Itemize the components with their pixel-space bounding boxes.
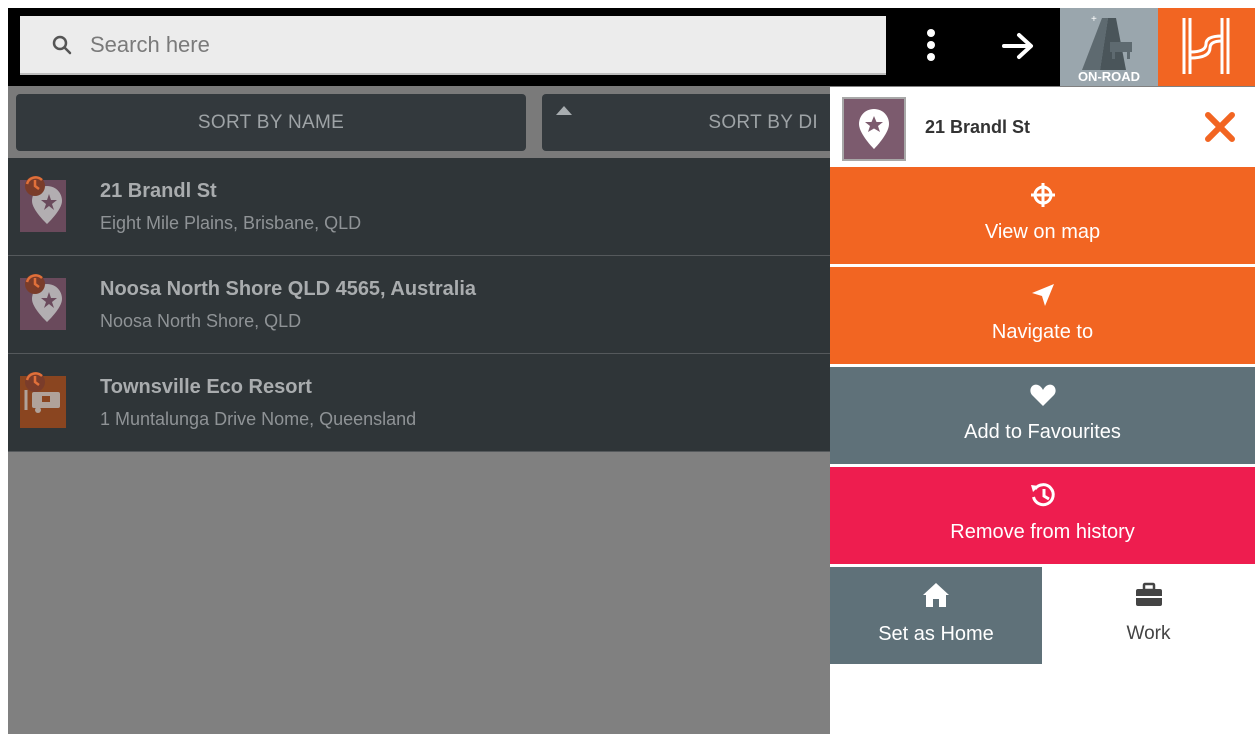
place-actions-panel: 21 Brandl St View on map Navigate to Add… — [830, 87, 1255, 734]
history-list: 21 Brandl St Eight Mile Plains, Brisbane… — [8, 158, 830, 452]
crosshair-icon — [1030, 183, 1055, 207]
search-input[interactable] — [90, 26, 870, 64]
set-as-home-button[interactable]: Set as Home — [830, 567, 1042, 664]
list-item-subtitle: Noosa North Shore, QLD — [100, 311, 302, 331]
list-item-title: 21 Brandl St — [100, 180, 217, 202]
list-item[interactable]: Noosa North Shore QLD 4565, Australia No… — [8, 256, 830, 354]
navigate-to-label: Navigate to — [991, 321, 1094, 343]
set-as-work-button[interactable]: Work — [1042, 567, 1255, 664]
navigate-to-button[interactable]: Navigate to — [830, 267, 1255, 364]
heart-icon — [1029, 384, 1056, 406]
briefcase-icon — [1135, 582, 1162, 606]
more-options-icon[interactable] — [916, 26, 946, 66]
search-icon — [52, 35, 72, 55]
sort-ascending-icon — [556, 106, 572, 115]
list-item-title: Noosa North Shore QLD 4565, Australia — [100, 278, 477, 300]
list-item[interactable]: 21 Brandl St Eight Mile Plains, Brisbane… — [8, 158, 830, 256]
add-to-favourites-button[interactable]: Add to Favourites — [830, 367, 1255, 464]
navigation-arrow-icon — [1031, 284, 1054, 306]
sort-by-distance-button[interactable]: SORT BY DI — [542, 94, 842, 151]
add-to-favourites-label: Add to Favourites — [964, 421, 1121, 443]
top-bar: + ON-ROAD — [8, 8, 1255, 86]
brand-logo[interactable] — [1158, 8, 1255, 86]
app-root: + ON-ROAD SORT BY NAME SORT — [0, 0, 1255, 734]
home-icon — [923, 583, 949, 607]
on-road-label: ON-ROAD — [1077, 69, 1141, 84]
history-favourite-pin-icon — [20, 176, 66, 232]
view-on-map-button[interactable]: View on map — [830, 167, 1255, 264]
remove-from-history-button[interactable]: Remove from history — [830, 467, 1255, 564]
on-road-mode-button[interactable]: + ON-ROAD — [1060, 8, 1158, 86]
panel-title: 21 Brandl St — [925, 117, 1031, 137]
search-bar[interactable] — [20, 16, 886, 75]
history-caravan-icon — [20, 372, 66, 428]
close-icon[interactable] — [1202, 109, 1238, 145]
history-favourite-pin-icon — [20, 274, 66, 330]
work-label: Work — [1126, 623, 1171, 644]
hema-logo-icon — [1182, 18, 1230, 74]
remove-from-history-label: Remove from history — [950, 521, 1135, 543]
sort-by-name-button[interactable]: SORT BY NAME — [16, 94, 526, 151]
set-as-home-label: Set as Home — [878, 623, 994, 645]
list-item-subtitle: 1 Muntalunga Drive Nome, Queensland — [100, 409, 417, 429]
list-item[interactable]: Townsville Eco Resort 1 Muntalunga Drive… — [8, 354, 830, 452]
view-on-map-label: View on map — [984, 221, 1101, 243]
go-arrow-icon[interactable] — [998, 28, 1038, 64]
svg-text:+: + — [1091, 14, 1097, 25]
list-item-subtitle: Eight Mile Plains, Brisbane, QLD — [100, 213, 362, 233]
sort-by-distance-label: SORT BY DI — [708, 112, 818, 133]
list-item-title: Townsville Eco Resort — [100, 376, 312, 398]
history-icon — [1030, 483, 1055, 507]
panel-header: 21 Brandl St — [830, 87, 1255, 167]
favourite-pin-icon — [842, 97, 906, 161]
sort-bar: SORT BY NAME SORT BY DI — [8, 86, 842, 158]
